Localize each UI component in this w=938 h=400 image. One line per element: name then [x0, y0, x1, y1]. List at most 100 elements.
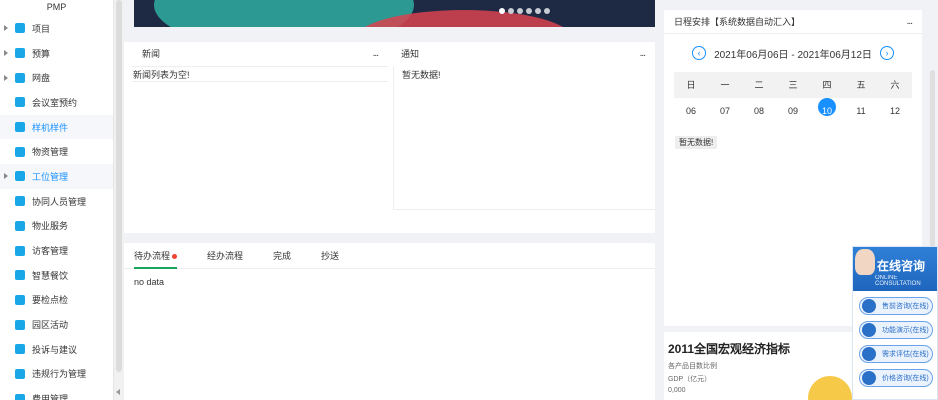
sidebar-scroll-arrow-icon[interactable]	[116, 389, 120, 395]
carousel-dot[interactable]	[526, 8, 532, 14]
calendar-day-number: 11	[856, 106, 866, 116]
weekday-label: 四	[822, 80, 832, 90]
calendar-day-number: 12	[889, 106, 900, 116]
workflow-panel: 待办流程 经办流程 完成 抄送 no data	[124, 243, 655, 400]
workflow-tab[interactable]: 抄送	[321, 243, 339, 269]
sidebar-item[interactable]: 园区活动	[0, 312, 113, 337]
sidebar-item-label: 物资管理	[32, 147, 69, 158]
expand-arrow-icon[interactable]	[4, 25, 8, 32]
consult-option-label: 需求评估(在线)	[882, 351, 929, 358]
calendar-day[interactable]: 08	[742, 98, 776, 122]
consult-logo-icon	[862, 299, 876, 313]
weekday-label: 五	[856, 80, 866, 90]
module-icon	[15, 72, 25, 83]
calendar-day-number: 10	[818, 98, 836, 116]
notification-dot-icon	[172, 253, 178, 259]
expand-arrow-icon[interactable]	[4, 173, 8, 180]
sidebar-item-label: 工位管理	[32, 171, 69, 182]
sidebar-item-label: 物业服务	[32, 221, 69, 232]
calendar-day-number: 06	[685, 106, 696, 116]
weekday-label: 六	[890, 80, 900, 90]
module-icon	[15, 122, 25, 133]
sidebar-item[interactable]: 样机样件	[0, 114, 113, 140]
banner-carousel[interactable]	[134, 0, 655, 27]
module-icon	[15, 368, 25, 379]
sidebar-item-label: 违规行为管理	[32, 369, 87, 380]
news-panel: 新闻 ... 新闻列表为空!	[124, 42, 393, 233]
notice-more-button[interactable]: ...	[640, 42, 646, 66]
module-icon	[15, 220, 25, 231]
sidebar-nav: PMP 项目 预算 网盘会议室预约样机样件物资管理工位管理协同人员管理物业服务访客管…	[0, 0, 114, 400]
module-icon	[15, 196, 25, 207]
notice-title: 通知	[401, 49, 420, 59]
expand-arrow-icon[interactable]	[4, 74, 8, 81]
online-consult-widget[interactable]: 在线咨询 ONLINE CONSULTATION 售前咨询(在线) 功能演示(在线…	[852, 246, 938, 400]
sidebar-item[interactable]: 要检点检	[0, 288, 113, 313]
calendar-day[interactable]: 12	[878, 98, 912, 122]
module-icon	[15, 245, 25, 256]
module-icon	[15, 171, 25, 182]
consult-option-label: 价格咨询(在线)	[882, 375, 929, 382]
news-more-button[interactable]: ...	[373, 42, 379, 66]
next-week-icon[interactable]: ›	[879, 46, 894, 60]
module-icon	[15, 319, 25, 330]
calendar-day[interactable]: 10	[810, 98, 844, 122]
workflow-tab[interactable]: 待办流程	[134, 243, 178, 269]
weekday-label: 二	[754, 80, 764, 90]
sidebar-item[interactable]: 费用管理	[0, 386, 113, 400]
calendar-nav: ‹ 2021年06月06日 - 2021年06月12日 ›	[664, 40, 922, 66]
calendar-day[interactable]: 09	[776, 98, 810, 122]
sidebar-item[interactable]: 工位管理	[0, 164, 113, 189]
sidebar-item[interactable]: 投诉与建议	[0, 337, 113, 362]
weekday-label: 一	[720, 80, 730, 90]
carousel-dot[interactable]	[544, 8, 550, 14]
consult-option-button[interactable]: 价格咨询(在线)	[859, 369, 933, 387]
consult-header: 在线咨询 ONLINE CONSULTATION	[853, 247, 937, 291]
carousel-dot[interactable]	[517, 8, 523, 14]
support-avatar-icon	[855, 249, 875, 275]
consult-logo-icon	[862, 347, 876, 361]
news-empty: 新闻列表为空!	[132, 66, 388, 82]
consult-logo-icon	[862, 323, 876, 337]
sidebar-item[interactable]: 智慧餐饮	[0, 263, 113, 288]
schedule-more-button[interactable]: ...	[907, 10, 913, 34]
sidebar-item[interactable]: 协同人员管理	[0, 189, 113, 214]
carousel-dot[interactable]	[508, 8, 514, 14]
weekday-label: 日	[686, 80, 696, 90]
sidebar-item-label: 会议室预约	[32, 97, 78, 108]
workflow-tabs: 待办流程 经办流程 完成 抄送	[124, 243, 655, 269]
sidebar-top-label: PMP	[46, 2, 67, 12]
sidebar-item[interactable]: 会议室预约	[0, 90, 113, 115]
prev-week-icon[interactable]: ‹	[692, 46, 707, 60]
calendar-day[interactable]: 06	[674, 98, 708, 122]
sidebar-item-label: 园区活动	[32, 320, 69, 331]
consult-option-button[interactable]: 需求评估(在线)	[859, 345, 933, 363]
sidebar-item[interactable]: 项目	[0, 16, 113, 41]
page-scrollbar[interactable]	[930, 70, 935, 250]
notice-empty: 暂无数据!	[393, 66, 655, 210]
calendar-weekdays: 日一二三四五六	[674, 72, 912, 98]
sidebar-scrollbar-thumb[interactable]	[116, 0, 122, 372]
sidebar-item[interactable]: 违规行为管理	[0, 362, 113, 387]
sidebar-item[interactable]: 网盘	[0, 65, 113, 90]
consult-option-button[interactable]: 功能演示(在线)	[859, 321, 933, 339]
sidebar-scrollbar[interactable]	[114, 0, 124, 400]
carousel-dot[interactable]	[535, 8, 541, 14]
sidebar-item[interactable]: 物业服务	[0, 214, 113, 239]
workflow-tab[interactable]: 经办流程	[207, 243, 243, 269]
news-title: 新闻	[142, 49, 161, 59]
module-icon	[15, 48, 25, 59]
carousel-dot[interactable]	[499, 8, 505, 14]
sidebar-item[interactable]: 物资管理	[0, 139, 113, 164]
sidebar-item[interactable]: 预算	[0, 41, 113, 66]
module-icon	[15, 23, 25, 34]
sidebar-item[interactable]: 访客管理	[0, 238, 113, 263]
calendar-day[interactable]: 11	[844, 98, 878, 122]
consult-option-button[interactable]: 售前咨询(在线)	[859, 297, 933, 315]
expand-arrow-icon[interactable]	[4, 50, 8, 57]
sidebar-item-label: 费用管理	[32, 394, 69, 400]
workflow-tab-label: 待办流程	[134, 250, 171, 261]
calendar-day[interactable]: 07	[708, 98, 742, 122]
consult-option-label: 售前咨询(在线)	[882, 303, 929, 310]
workflow-tab[interactable]: 完成	[273, 243, 291, 269]
